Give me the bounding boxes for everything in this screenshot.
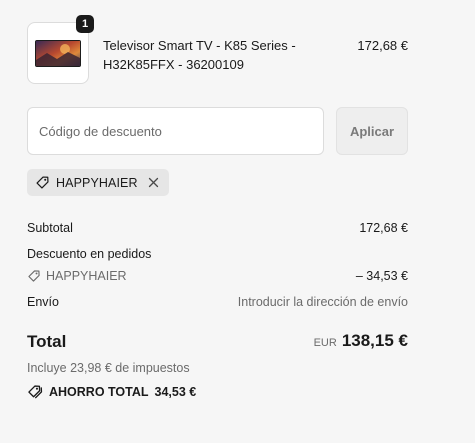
total-amount: 138,15 € xyxy=(341,331,408,350)
product-price: 172,68 € xyxy=(357,38,408,53)
close-icon xyxy=(148,177,158,188)
shipping-label: Envío xyxy=(27,295,59,309)
tv-product-image xyxy=(35,40,81,67)
total-value: EUR 138,15 € xyxy=(314,331,408,351)
total-currency: EUR xyxy=(313,337,337,349)
product-title: Televisor Smart TV - K85 Series - H32K85… xyxy=(103,38,296,72)
order-summary-panel: 1 Televisor Smart TV - K85 Series - H32K… xyxy=(0,0,475,443)
apply-discount-button[interactable]: Aplicar xyxy=(336,107,408,155)
taxes-note: Incluye 23,98 € de impuestos xyxy=(27,361,190,375)
tags-icon xyxy=(28,385,43,399)
shipping-value: Introducir la dirección de envío xyxy=(237,295,408,309)
order-discount-code-line: HAPPYHAIER xyxy=(27,268,127,284)
tv-icon xyxy=(35,40,81,67)
applied-discount-code: HAPPYHAIER xyxy=(56,175,138,190)
savings-label: AHORRO TOTAL xyxy=(49,384,149,399)
tag-icon xyxy=(28,270,40,282)
order-discount-value: – 34,53 € xyxy=(355,269,408,283)
total-savings: AHORRO TOTAL 34,53 € xyxy=(27,384,196,399)
savings-amount: 34,53 € xyxy=(154,384,197,399)
remove-discount-button[interactable] xyxy=(147,176,160,189)
subtotal-value: 172,68 € xyxy=(359,221,408,235)
applied-discount-chip: HAPPYHAIER xyxy=(27,169,169,196)
order-discount-label: Descuento en pedidos xyxy=(27,247,152,261)
subtotal-label: Subtotal xyxy=(27,221,73,235)
total-label: Total xyxy=(27,332,67,351)
discount-code-input[interactable] xyxy=(27,107,324,155)
tag-icon xyxy=(36,176,49,189)
order-discount-code: HAPPYHAIER xyxy=(46,269,127,283)
quantity-badge: 1 xyxy=(76,15,94,33)
